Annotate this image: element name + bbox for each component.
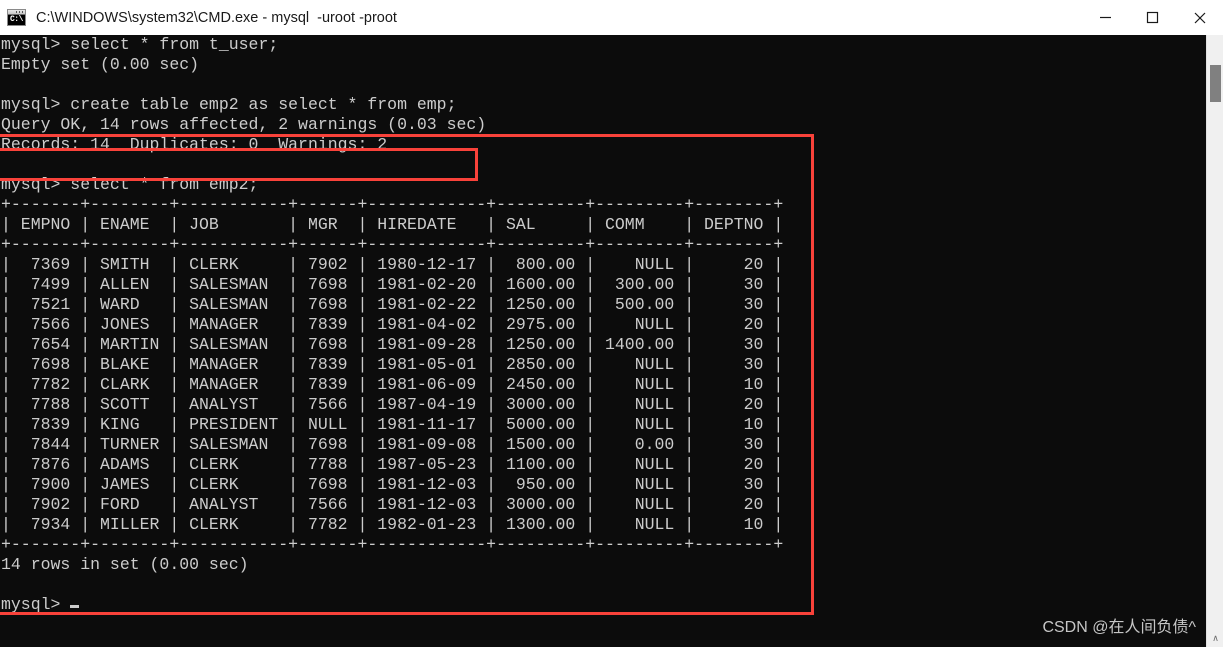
scrollbar-thumb[interactable] <box>1210 65 1221 102</box>
cmd-window: C:\ C:\WINDOWS\system32\CMD.exe - mysql … <box>0 0 1223 647</box>
console-line: | 7876 | ADAMS | CLERK | 7788 | 1987-05-… <box>1 455 784 474</box>
minimize-button[interactable] <box>1082 0 1129 35</box>
console-line: | 7566 | JONES | MANAGER | 7839 | 1981-0… <box>1 315 784 334</box>
console-output-area[interactable]: mysql> select * from t_user; Empty set (0… <box>0 35 1223 647</box>
console-scrollbar[interactable]: ∧ <box>1206 35 1223 647</box>
console-line: mysql> select * from t_user; <box>1 35 279 54</box>
csdn-watermark: CSDN @在人间负债^ <box>1042 619 1196 636</box>
maximize-icon <box>1146 11 1159 24</box>
console-line: Empty set (0.00 sec) <box>1 55 200 74</box>
titlebar-left-group: C:\ C:\WINDOWS\system32\CMD.exe - mysql … <box>0 9 1082 26</box>
cmd-console-icon: C:\ <box>7 9 26 26</box>
console-line: | 7839 | KING | PRESIDENT | NULL | 1981-… <box>1 415 784 434</box>
console-line: | 7844 | TURNER | SALESMAN | 7698 | 1981… <box>1 435 784 454</box>
console-line: mysql> create table emp2 as select * fro… <box>1 95 457 114</box>
console-line: +-------+--------+-----------+------+---… <box>1 235 784 254</box>
console-line: | EMPNO | ENAME | JOB | MGR | HIREDATE |… <box>1 215 784 234</box>
close-button[interactable] <box>1176 0 1223 35</box>
console-line: mysql> select * from emp2; <box>1 175 259 194</box>
cmd-icon-glyph: C:\ <box>10 15 23 24</box>
console-line: 14 rows in set (0.00 sec) <box>1 555 249 574</box>
console-line: | 7654 | MARTIN | SALESMAN | 7698 | 1981… <box>1 335 784 354</box>
console-line: Records: 14 Duplicates: 0 Warnings: 2 <box>1 135 388 154</box>
maximize-button[interactable] <box>1129 0 1176 35</box>
console-line: | 7499 | ALLEN | SALESMAN | 7698 | 1981-… <box>1 275 784 294</box>
scroll-down-arrow-icon[interactable]: ∧ <box>1207 630 1223 647</box>
window-controls <box>1082 0 1223 35</box>
console-line: | 7782 | CLARK | MANAGER | 7839 | 1981-0… <box>1 375 784 394</box>
console-line: | 7902 | FORD | ANALYST | 7566 | 1981-12… <box>1 495 784 514</box>
window-title: C:\WINDOWS\system32\CMD.exe - mysql -uro… <box>36 9 397 26</box>
console-line: +-------+--------+-----------+------+---… <box>1 535 784 554</box>
console-line: Query OK, 14 rows affected, 2 warnings (… <box>1 115 487 134</box>
console-line: | 7698 | BLAKE | MANAGER | 7839 | 1981-0… <box>1 355 784 374</box>
console-line: | 7521 | WARD | SALESMAN | 7698 | 1981-0… <box>1 295 784 314</box>
console-cursor <box>70 605 80 608</box>
console-text-buffer: mysql> select * from t_user; Empty set (0… <box>0 35 783 615</box>
window-titlebar: C:\ C:\WINDOWS\system32\CMD.exe - mysql … <box>0 0 1223 35</box>
console-line: | 7900 | JAMES | CLERK | 7698 | 1981-12-… <box>1 475 784 494</box>
console-line: | 7788 | SCOTT | ANALYST | 7566 | 1987-0… <box>1 395 784 414</box>
console-line: | 7369 | SMITH | CLERK | 7902 | 1980-12-… <box>1 255 784 274</box>
console-line: +-------+--------+-----------+------+---… <box>1 195 784 214</box>
console-line: | 7934 | MILLER | CLERK | 7782 | 1982-01… <box>1 515 784 534</box>
minimize-icon <box>1100 16 1111 19</box>
close-icon <box>1194 12 1205 23</box>
console-line: mysql> <box>0 595 783 615</box>
